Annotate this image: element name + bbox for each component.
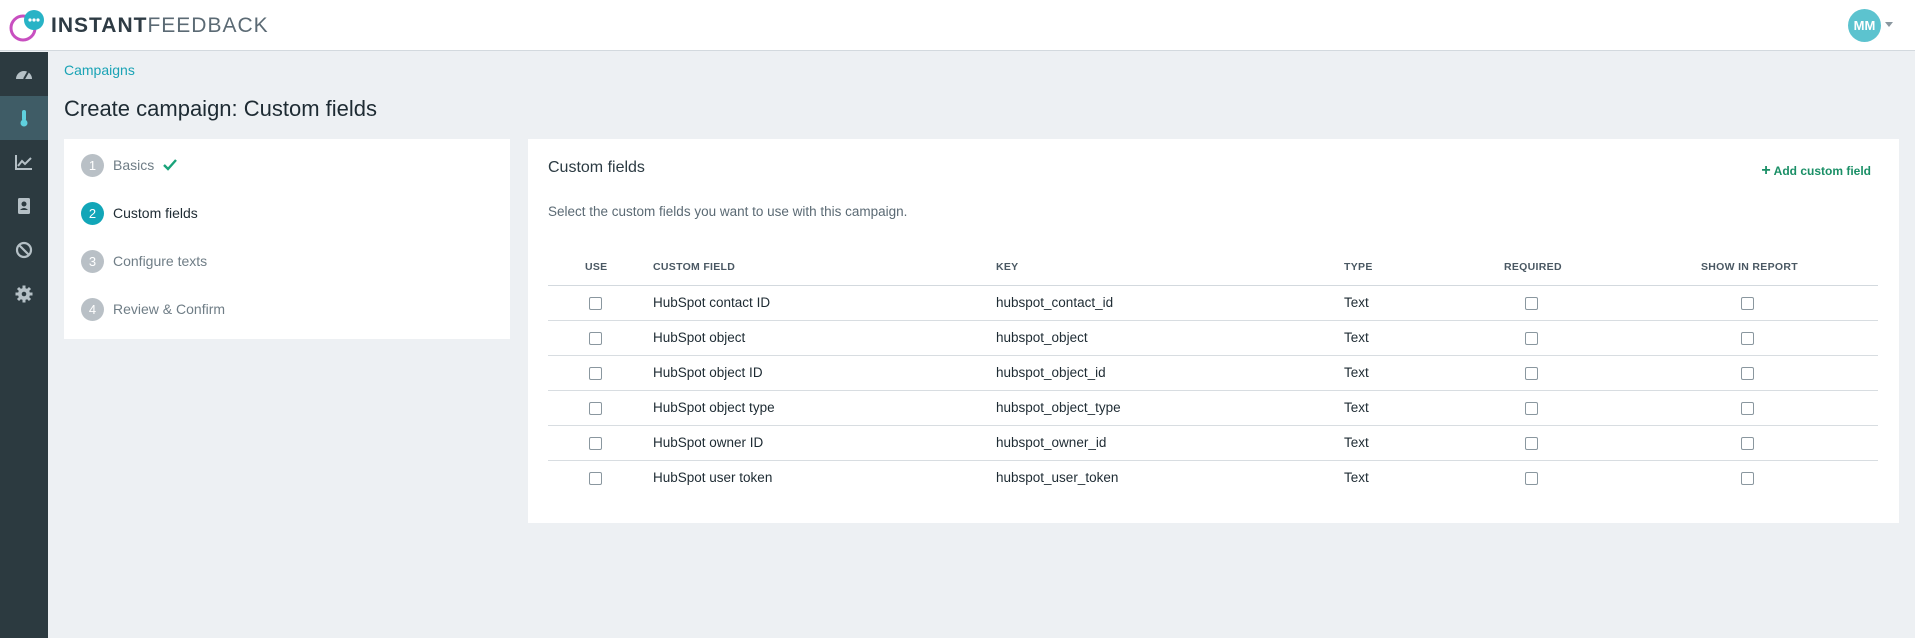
speech-bubble-logo-icon — [8, 8, 46, 44]
table-row: HubSpot object ID hubspot_object_id Text — [548, 356, 1878, 391]
step-label: Custom fields — [113, 205, 198, 221]
logo-text-light: FEEDBACK — [147, 14, 269, 37]
field-type: Text — [1344, 365, 1369, 380]
add-custom-field-button[interactable]: + Add custom field — [1761, 162, 1871, 179]
top-header: INSTANTFEEDBACK MM — [0, 0, 1915, 51]
sidebar-item-reports[interactable] — [0, 140, 48, 184]
required-checkbox[interactable] — [1525, 367, 1538, 380]
required-checkbox[interactable] — [1525, 402, 1538, 415]
custom-fields-table: USE CUSTOM FIELD KEY TYPE REQUIRED SHOW … — [548, 246, 1878, 496]
required-checkbox[interactable] — [1525, 332, 1538, 345]
sidebar-item-settings[interactable] — [0, 272, 48, 316]
step-custom-fields[interactable]: 2 Custom fields — [81, 201, 198, 225]
dashboard-icon — [16, 71, 32, 80]
table-row: HubSpot object hubspot_object Text — [548, 321, 1878, 356]
field-key: hubspot_contact_id — [996, 295, 1114, 310]
required-checkbox[interactable] — [1525, 297, 1538, 310]
step-number: 3 — [81, 249, 104, 273]
field-type: Text — [1344, 400, 1369, 415]
sidebar-item-dashboard[interactable] — [0, 52, 48, 96]
checkmark-icon — [163, 159, 178, 171]
table-row: HubSpot contact ID hubspot_contact_id Te… — [548, 286, 1878, 321]
card-description: Select the custom fields you want to use… — [548, 204, 908, 219]
step-number: 2 — [81, 201, 104, 225]
table-row: HubSpot object type hubspot_object_type … — [548, 391, 1878, 426]
logo-text-strong: INSTANT — [51, 14, 148, 37]
block-icon — [15, 241, 33, 259]
col-required: REQUIRED — [1504, 261, 1562, 273]
show-in-report-checkbox[interactable] — [1741, 472, 1754, 485]
table-header: USE CUSTOM FIELD KEY TYPE REQUIRED SHOW … — [548, 246, 1878, 286]
step-label: Review & Confirm — [113, 301, 226, 317]
field-key: hubspot_user_token — [996, 470, 1119, 485]
col-key: KEY — [996, 261, 1019, 273]
step-label: Basics — [113, 157, 155, 173]
use-checkbox[interactable] — [589, 472, 602, 485]
table-row: HubSpot owner ID hubspot_owner_id Text — [548, 426, 1878, 461]
required-checkbox[interactable] — [1525, 472, 1538, 485]
field-type: Text — [1344, 435, 1369, 450]
step-review-confirm[interactable]: 4 Review & Confirm — [81, 297, 225, 321]
step-label: Configure texts — [113, 253, 208, 269]
show-in-report-checkbox[interactable] — [1741, 437, 1754, 450]
step-basics[interactable]: 1 Basics — [81, 153, 178, 177]
field-type: Text — [1344, 295, 1369, 310]
app-logo[interactable]: INSTANTFEEDBACK — [8, 8, 269, 44]
thermometer-icon — [20, 110, 28, 127]
sidebar-item-blocklist[interactable] — [0, 228, 48, 272]
field-name: HubSpot object ID — [653, 365, 763, 380]
field-name: HubSpot object type — [653, 400, 775, 415]
wizard-steps: 1 Basics 2 Custom fields 3 Configure tex… — [64, 139, 510, 339]
field-type: Text — [1344, 470, 1369, 485]
field-key: hubspot_owner_id — [996, 435, 1107, 450]
field-key: hubspot_object_id — [996, 365, 1106, 380]
use-checkbox[interactable] — [589, 437, 602, 450]
sidebar-item-campaigns[interactable] — [0, 96, 48, 140]
field-key: hubspot_object_type — [996, 400, 1121, 415]
show-in-report-checkbox[interactable] — [1741, 367, 1754, 380]
show-in-report-checkbox[interactable] — [1741, 297, 1754, 310]
step-number: 4 — [81, 297, 104, 321]
step-configure-texts[interactable]: 3 Configure texts — [81, 249, 207, 273]
add-custom-field-label: Add custom field — [1773, 164, 1871, 178]
custom-fields-card: Custom fields + Add custom field Select … — [528, 139, 1899, 523]
col-custom-field: CUSTOM FIELD — [653, 261, 736, 273]
page-title: Create campaign: Custom fields — [64, 96, 378, 121]
chevron-down-icon[interactable] — [1885, 22, 1893, 27]
field-key: hubspot_object — [996, 330, 1088, 345]
field-name: HubSpot object — [653, 330, 746, 345]
plus-icon: + — [1761, 162, 1771, 179]
use-checkbox[interactable] — [589, 297, 602, 310]
field-type: Text — [1344, 330, 1369, 345]
required-checkbox[interactable] — [1525, 437, 1538, 450]
show-in-report-checkbox[interactable] — [1741, 402, 1754, 415]
show-in-report-checkbox[interactable] — [1741, 332, 1754, 345]
table-row: HubSpot user token hubspot_user_token Te… — [548, 461, 1878, 496]
gear-icon — [15, 285, 33, 303]
col-show-in-report: SHOW IN REPORT — [1701, 261, 1798, 273]
use-checkbox[interactable] — [589, 332, 602, 345]
field-name: HubSpot owner ID — [653, 435, 764, 450]
sidebar-item-contacts[interactable] — [0, 184, 48, 228]
step-number: 1 — [81, 153, 104, 177]
card-title: Custom fields — [548, 159, 645, 176]
col-type: TYPE — [1344, 261, 1373, 273]
user-avatar[interactable]: MM — [1848, 9, 1881, 42]
contacts-book-icon — [18, 198, 30, 214]
col-use: USE — [585, 261, 608, 273]
field-name: HubSpot contact ID — [653, 295, 771, 310]
trending-chart-icon — [15, 155, 32, 170]
sidebar-nav — [0, 52, 48, 638]
use-checkbox[interactable] — [589, 367, 602, 380]
use-checkbox[interactable] — [589, 402, 602, 415]
breadcrumb-campaigns-link[interactable]: Campaigns — [64, 62, 135, 78]
field-name: HubSpot user token — [653, 470, 773, 485]
